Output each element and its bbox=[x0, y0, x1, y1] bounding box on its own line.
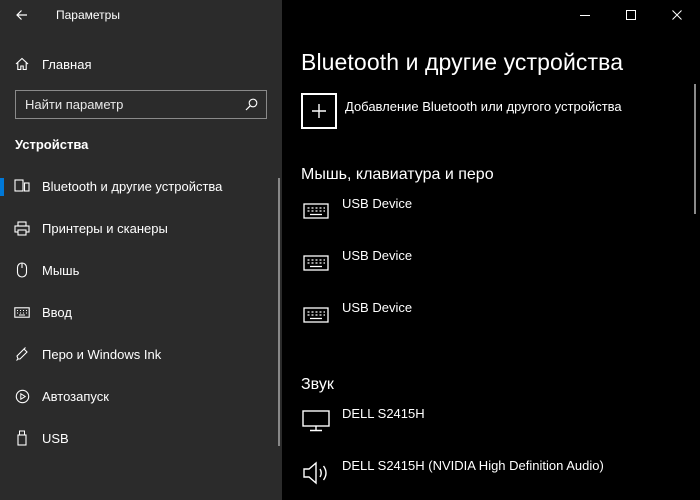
maximize-icon bbox=[626, 10, 636, 20]
device-name: USB Device bbox=[342, 248, 413, 263]
add-box bbox=[301, 93, 337, 129]
plus-icon bbox=[312, 104, 326, 118]
maximize-button[interactable] bbox=[608, 0, 654, 30]
sidebar-item-usb[interactable]: USB bbox=[0, 417, 282, 459]
device-item[interactable]: USB Device bbox=[301, 300, 412, 328]
sidebar-item-bluetooth[interactable]: Bluetooth и другие устройства bbox=[0, 165, 282, 207]
group-title-audio: Звук bbox=[301, 376, 334, 393]
sidebar-item-label: Мышь bbox=[42, 262, 80, 278]
device-item[interactable]: USB Device bbox=[301, 248, 412, 276]
window-controls bbox=[562, 0, 700, 30]
bluetooth-devices-icon bbox=[0, 179, 44, 193]
title-bar: Параметры bbox=[0, 0, 282, 30]
minimize-button[interactable] bbox=[562, 0, 608, 30]
sidebar-item-pen[interactable]: Перо и Windows Ink bbox=[0, 333, 282, 375]
add-device-label: Добавление Bluetooth или другого устройс… bbox=[345, 99, 622, 114]
sidebar-scrollbar[interactable] bbox=[278, 178, 280, 446]
close-button[interactable] bbox=[654, 0, 700, 30]
sidebar-item-label: Перо и Windows Ink bbox=[42, 346, 162, 362]
keyboard-icon bbox=[301, 302, 331, 328]
pen-icon bbox=[0, 346, 44, 362]
home-icon bbox=[0, 57, 44, 71]
page-title: Bluetooth и другие устройства bbox=[301, 49, 624, 75]
sidebar-item-label: Автозапуск bbox=[42, 388, 109, 404]
back-arrow-icon bbox=[16, 10, 27, 20]
printer-icon bbox=[0, 220, 44, 236]
usb-icon bbox=[0, 430, 44, 446]
device-item[interactable]: USB Device bbox=[301, 196, 412, 224]
keyboard-icon bbox=[301, 250, 331, 276]
app-title: Параметры bbox=[56, 8, 120, 22]
mouse-icon bbox=[0, 262, 44, 278]
device-item[interactable]: DELL S2415H (NVIDIA High Definition Audi… bbox=[301, 458, 604, 486]
sidebar-item-label: Главная bbox=[42, 56, 92, 72]
minimize-icon bbox=[580, 15, 590, 16]
device-item[interactable]: DELL S2415H bbox=[301, 406, 425, 434]
keyboard-icon bbox=[301, 198, 331, 224]
sidebar-item-printers[interactable]: Принтеры и сканеры bbox=[0, 207, 282, 249]
device-name: USB Device bbox=[342, 196, 413, 211]
monitor-icon bbox=[301, 408, 331, 434]
sidebar-item-label: Bluetooth и другие устройства bbox=[42, 178, 223, 194]
section-heading: Устройства bbox=[15, 137, 89, 152]
sidebar-item-autoplay[interactable]: Автозапуск bbox=[0, 375, 282, 417]
sidebar-item-label: Ввод bbox=[42, 304, 72, 320]
nav-list: Bluetooth и другие устройства Принтеры и… bbox=[0, 165, 282, 459]
device-name: DELL S2415H bbox=[342, 406, 425, 421]
sidebar-item-label: Принтеры и сканеры bbox=[42, 220, 168, 236]
add-device-button[interactable]: Добавление Bluetooth или другого устройс… bbox=[301, 93, 622, 129]
search-input[interactable] bbox=[25, 97, 235, 112]
content-scrollbar[interactable] bbox=[694, 84, 696, 214]
search-icon[interactable] bbox=[245, 98, 258, 116]
sidebar: Параметры Главная Устройства Bluetooth и… bbox=[0, 0, 282, 500]
main-content: Bluetooth и другие устройства Добавление… bbox=[282, 0, 700, 500]
speaker-icon bbox=[301, 460, 331, 486]
autoplay-icon bbox=[0, 389, 44, 404]
sidebar-item-label: USB bbox=[42, 430, 69, 446]
sidebar-item-home[interactable]: Главная bbox=[0, 46, 282, 82]
keyboard-icon bbox=[0, 306, 44, 318]
device-name: USB Device bbox=[342, 300, 413, 315]
sidebar-item-typing[interactable]: Ввод bbox=[0, 291, 282, 333]
sidebar-item-mouse[interactable]: Мышь bbox=[0, 249, 282, 291]
device-name: DELL S2415H (NVIDIA High Definition Audi… bbox=[342, 458, 604, 473]
close-icon bbox=[672, 10, 682, 20]
back-button[interactable] bbox=[0, 0, 44, 30]
group-title-input-devices: Мышь, клавиатура и перо bbox=[301, 166, 494, 183]
search-box bbox=[15, 90, 267, 119]
